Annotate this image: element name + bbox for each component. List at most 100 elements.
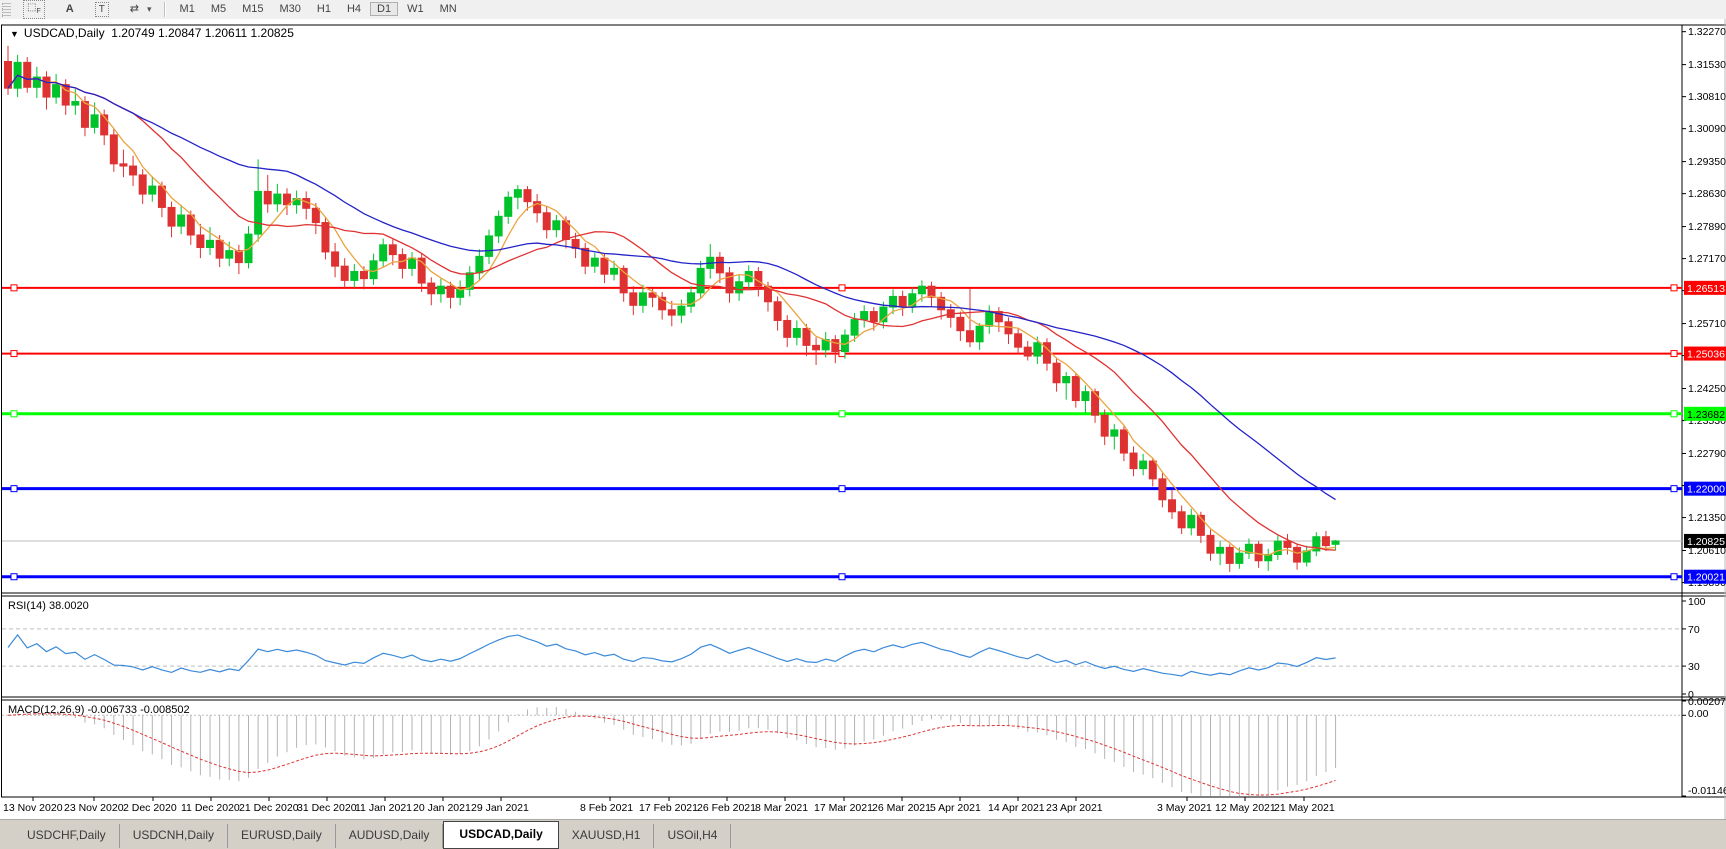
candle-body [1052,362,1061,384]
dotted-rect-icon[interactable]: ⬚F [23,0,45,19]
candle-body [1071,376,1080,402]
timeframe-button-h4[interactable]: H4 [340,2,368,16]
candle-body [215,239,224,259]
rsi-line [7,633,1336,677]
date-tick-label: 2 Dec 2020 [123,802,177,814]
candle-body [446,285,455,298]
candle-body [590,257,599,267]
symbol-tab-audusd[interactable]: AUDUSD,Daily [336,824,444,848]
date-tick-label: 23 Nov 2020 [64,802,124,814]
symbol-tab-usdchf[interactable]: USDCHF,Daily [14,824,120,848]
timeframe-button-mn[interactable]: MN [433,2,464,16]
symbol-tab-xauusd[interactable]: XAUUSD,H1 [559,824,655,848]
candle-body [475,255,484,274]
candle-body [52,84,61,98]
date-tick-label: 20 Jan 2021 [413,802,471,814]
hline-1.26513[interactable] [2,284,1682,292]
hline-handle[interactable] [1670,350,1678,358]
price-label-1.26513: 1.26513 [1684,280,1726,295]
date-tick-label: 26 Feb 2021 [697,802,756,814]
date-tick-label: 21 Dec 2020 [239,802,299,814]
chart-canvas[interactable]: 1.32270 1.31530 1.30810 1.30090 1.29350 1.286… [0,19,1726,819]
date-tick-label: 11 Jan 2021 [355,802,412,814]
candle-body [379,244,388,262]
candle-body [966,330,974,343]
candle-body [792,327,801,338]
candle-body [206,239,215,248]
chart-ohlc-values: 1.20749 1.20847 1.20611 1.20825 [111,26,294,40]
date-tick-label: 14 Apr 2021 [988,802,1045,814]
chart-title: ▼ USDCAD,Daily 1.20749 1.20847 1.20611 1.… [10,26,294,40]
candle-body [1331,540,1340,545]
chart-symbol: USDCAD,Daily [23,26,105,40]
text-a-icon[interactable]: A [59,1,81,18]
candle-body [1225,546,1234,564]
rsi-tick-label: 30 [1688,661,1700,673]
hline-1.23682[interactable] [2,410,1682,418]
hline-handle[interactable] [10,573,18,581]
collapse-icon[interactable]: ▼ [10,29,19,39]
macd-tick-label: -0.011462 [1688,785,1726,797]
toolbar: ⬚F A T ⇄ ▾ M1 M5 M15 M30 H1 H4 D1 W1 MN [0,0,1726,20]
symbol-tab-usdcad[interactable]: USDCAD,Daily [443,821,559,849]
application-window: ⬚F A T ⇄ ▾ M1 M5 M15 M30 H1 H4 D1 W1 MN 1.32270 1… [0,0,1726,849]
text-label-icon[interactable]: T [94,2,109,17]
date-tick-label: 31 Dec 2020 [297,802,357,814]
timeframe-button-m1[interactable]: M1 [173,2,202,16]
candle-body [975,325,984,343]
candle-body [350,271,359,281]
dropdown-caret-icon[interactable]: ▾ [147,4,152,15]
hline-1.22000[interactable] [2,485,1682,493]
candle-body [1129,452,1138,470]
candle-body [427,282,436,295]
candlesticks [4,45,1340,572]
date-tick-label: 21 May 2021 [1274,802,1335,814]
hline-handle[interactable] [10,350,18,358]
candle-body [254,190,263,235]
candle-body [638,292,647,306]
candle-body [956,316,965,332]
candle-body [1100,414,1109,437]
symbol-tab-eurusd[interactable]: EURUSD,Daily [228,824,336,848]
hline-handle[interactable] [1670,485,1678,493]
candle-body [715,256,724,274]
symbol-tab-usoil[interactable]: USOil,H4 [654,824,732,848]
timeframe-button-m30[interactable]: M30 [273,2,308,16]
hline-handle[interactable] [1670,573,1678,581]
timeframe-button-w1[interactable]: W1 [400,2,431,16]
price-tick-label: 1.27170 [1688,253,1726,265]
date-tick-label: 3 May 2021 [1157,802,1212,814]
timeframe-button-m5[interactable]: M5 [204,2,233,16]
timeframe-button-d1[interactable]: D1 [370,2,399,16]
chart-tab-bar: USDCHF,Daily USDCNH,Daily EURUSD,Daily AUDU… [0,819,1726,849]
timeframe-button-h1[interactable]: H1 [310,2,338,16]
hline-handle[interactable] [838,573,846,581]
price-label-1.20825: 1.20825 [1684,533,1726,548]
price-tick-label: 1.30090 [1688,123,1726,135]
hline-handle[interactable] [10,284,18,292]
hline-handle[interactable] [10,485,18,493]
chart-window[interactable]: 1.32270 1.31530 1.30810 1.30090 1.29350 1.286… [0,19,1726,819]
toolbar-grip[interactable] [2,2,11,17]
hline-handle[interactable] [838,410,846,418]
hline-handle[interactable] [1670,284,1678,292]
candle-body [109,134,118,165]
price-label-text: 1.25036 [1687,349,1725,361]
hline-handle[interactable] [838,284,846,292]
candle-body [1148,460,1157,480]
candle-body [1283,540,1292,548]
price-label-1.20021: 1.20021 [1684,569,1726,584]
hline-handle[interactable] [10,410,18,418]
candle-body [610,267,619,275]
candle-body [552,220,561,231]
candle-body [773,301,782,321]
candle-body [177,214,186,227]
timeframe-button-m15[interactable]: M15 [235,2,270,16]
cycle-arrows-icon[interactable]: ⇄ [123,1,145,18]
hline-handle[interactable] [1670,410,1678,418]
symbol-tab-usdcnh[interactable]: USDCNH,Daily [120,824,229,848]
price-label-text: 1.23682 [1687,409,1725,421]
date-tick-label: 17 Mar 2021 [814,802,873,814]
hline-handle[interactable] [838,485,846,493]
hline-1.20021[interactable] [2,573,1682,581]
